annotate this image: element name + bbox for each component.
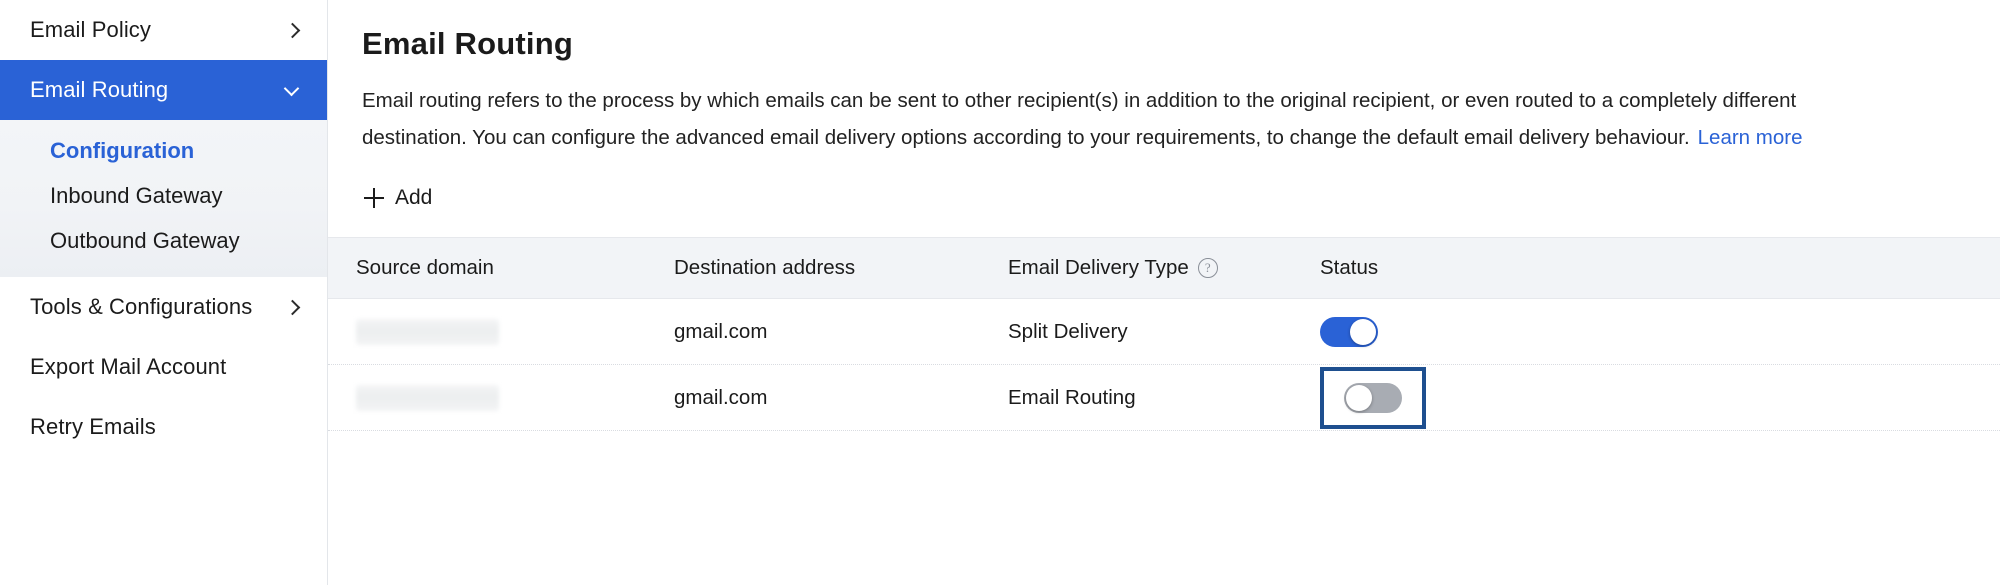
column-header-status: Status — [1320, 256, 1620, 280]
page-description-text: Email routing refers to the process by w… — [362, 89, 1797, 149]
sidebar-subnav-email-routing: Configuration Inbound Gateway Outbound G… — [0, 120, 327, 277]
sidebar-subitem-configuration[interactable]: Configuration — [0, 128, 327, 173]
sidebar-item-retry-emails[interactable]: Retry Emails — [0, 397, 327, 457]
sidebar-subitem-label: Configuration — [50, 137, 195, 163]
status-toggle[interactable] — [1320, 316, 1378, 347]
table-row[interactable]: gmail.com Split Delivery — [328, 299, 2000, 365]
page-description: Email routing refers to the process by w… — [362, 82, 1862, 156]
cell-source-domain — [328, 318, 674, 345]
column-header-email-delivery-type: Email Delivery Type ? — [1008, 256, 1320, 280]
chevron-right-icon[interactable] — [285, 22, 301, 38]
add-button[interactable]: Add — [362, 182, 434, 214]
status-toggle[interactable] — [1344, 382, 1402, 413]
main-content: Email Routing Email routing refers to th… — [328, 0, 2000, 585]
page-title: Email Routing — [362, 26, 573, 61]
redacted-source-domain — [356, 318, 499, 345]
chevron-down-icon[interactable] — [285, 82, 301, 98]
sidebar-item-label: Email Policy — [30, 17, 152, 42]
sidebar-subitem-inbound-gateway[interactable]: Inbound Gateway — [0, 173, 327, 218]
cell-delivery-type: Split Delivery — [1008, 319, 1128, 343]
sidebar-item-export-mail-account[interactable]: Export Mail Account — [0, 337, 327, 397]
learn-more-link[interactable]: Learn more — [1698, 126, 1803, 149]
question-mark-circle-icon[interactable]: ? — [1197, 258, 1218, 278]
sidebar-subitem-label: Outbound Gateway — [50, 227, 240, 253]
cell-status — [1320, 366, 1620, 429]
table-header-row: Source domain Destination address Email … — [328, 237, 2000, 299]
sidebar-item-label: Retry Emails — [30, 414, 156, 439]
column-header-label: Email Delivery Type — [1008, 256, 1189, 279]
add-button-label: Add — [395, 186, 433, 209]
column-header-destination-address: Destination address — [674, 256, 1008, 280]
cell-source-domain — [328, 384, 674, 411]
sidebar-item-label: Export Mail Account — [30, 354, 227, 379]
cell-delivery-type: Email Routing — [1008, 385, 1136, 409]
column-header-label: Source domain — [356, 256, 494, 279]
sidebar-item-email-policy[interactable]: Email Policy — [0, 0, 327, 60]
cell-status — [1320, 316, 1620, 347]
sidebar-subitem-label: Inbound Gateway — [50, 182, 223, 208]
column-header-label: Destination address — [674, 256, 856, 279]
sidebar-item-label: Tools & Configurations — [30, 294, 253, 319]
cell-destination-address: gmail.com — [674, 319, 768, 343]
sidebar-item-email-routing[interactable]: Email Routing — [0, 60, 327, 120]
main-content-padding: Email Routing Email routing refers to th… — [328, 0, 2000, 214]
plus-icon — [364, 188, 384, 208]
toggle-knob — [1346, 384, 1372, 411]
column-header-label: Status — [1320, 256, 1379, 279]
app-root: Email Policy Email Routing Configuration… — [0, 0, 2000, 585]
chevron-right-icon[interactable] — [285, 299, 301, 315]
sidebar-item-label: Email Routing — [30, 77, 169, 102]
routing-table: Source domain Destination address Email … — [328, 237, 2000, 431]
sidebar: Email Policy Email Routing Configuration… — [0, 0, 328, 585]
toggle-knob — [1350, 318, 1376, 345]
table-row[interactable]: gmail.com Email Routing — [328, 365, 2000, 431]
redacted-source-domain — [356, 384, 499, 411]
sidebar-item-tools-configurations[interactable]: Tools & Configurations — [0, 277, 327, 337]
cell-destination-address: gmail.com — [674, 385, 768, 409]
status-toggle-highlight-box — [1320, 366, 1426, 429]
sidebar-subitem-outbound-gateway[interactable]: Outbound Gateway — [0, 218, 327, 263]
column-header-source-domain: Source domain — [328, 256, 674, 280]
